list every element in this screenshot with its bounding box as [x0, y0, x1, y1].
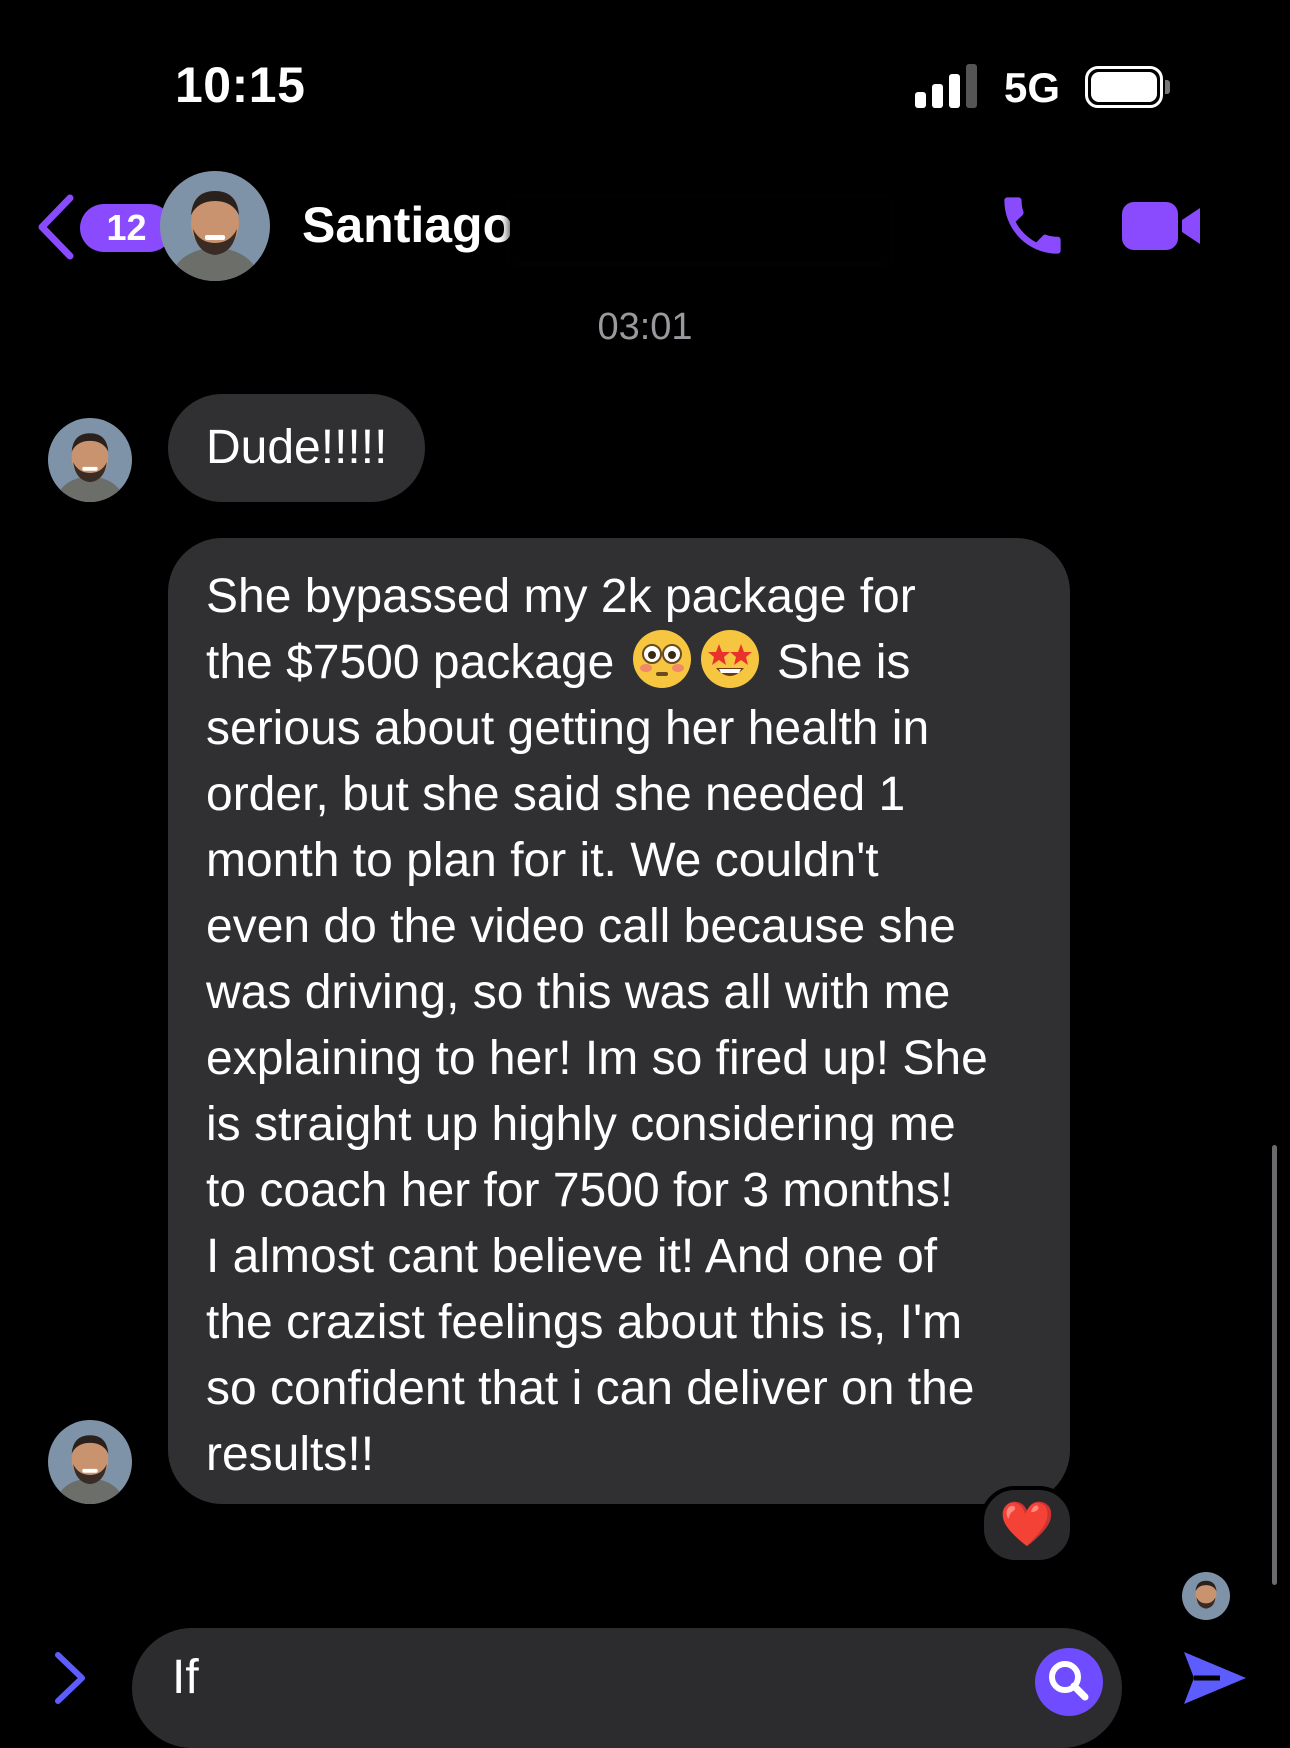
message-timestamp: 03:01 [597, 306, 693, 348]
star-struck-face-icon [700, 630, 759, 688]
battery-icon [1085, 66, 1170, 108]
redaction-bar [510, 197, 890, 263]
read-receipt-avatar [1182, 1572, 1230, 1620]
chevron-left-icon [38, 194, 74, 260]
message-text: She is serious about getting her health … [206, 636, 988, 1481]
signal-strength-icon [915, 64, 979, 108]
message-input[interactable]: If [132, 1628, 1122, 1748]
message-bubble[interactable]: Dude!!!!! [168, 394, 426, 502]
scrollbar[interactable] [1272, 1145, 1277, 1585]
expand-actions-button[interactable] [50, 1650, 90, 1705]
status-time: 10:15 [175, 57, 306, 113]
message-draft: If [172, 1651, 199, 1704]
heart-reaction[interactable]: ❤️ [980, 1486, 1074, 1564]
video-call-button[interactable] [1120, 196, 1202, 256]
heart-icon: ❤️ [999, 1500, 1055, 1549]
voice-call-button[interactable] [995, 188, 1070, 263]
sender-avatar[interactable] [48, 418, 132, 502]
search-icon [1049, 1661, 1089, 1701]
contact-name[interactable]: Santiago [302, 196, 513, 254]
back-button[interactable]: 12 [36, 192, 173, 262]
flushed-face-icon [632, 630, 691, 688]
network-type: 5G [1004, 64, 1061, 111]
contact-avatar[interactable] [160, 171, 270, 281]
send-button[interactable] [1180, 1648, 1250, 1708]
message-bubble[interactable]: She bypassed my 2k package for the $7500… [168, 538, 1070, 1504]
chevron-right-icon [55, 1652, 85, 1704]
send-icon [1184, 1652, 1246, 1704]
phone-icon [1004, 197, 1061, 254]
sender-avatar[interactable] [48, 1420, 132, 1504]
search-button[interactable] [1035, 1648, 1103, 1716]
video-camera-icon [1122, 202, 1200, 250]
